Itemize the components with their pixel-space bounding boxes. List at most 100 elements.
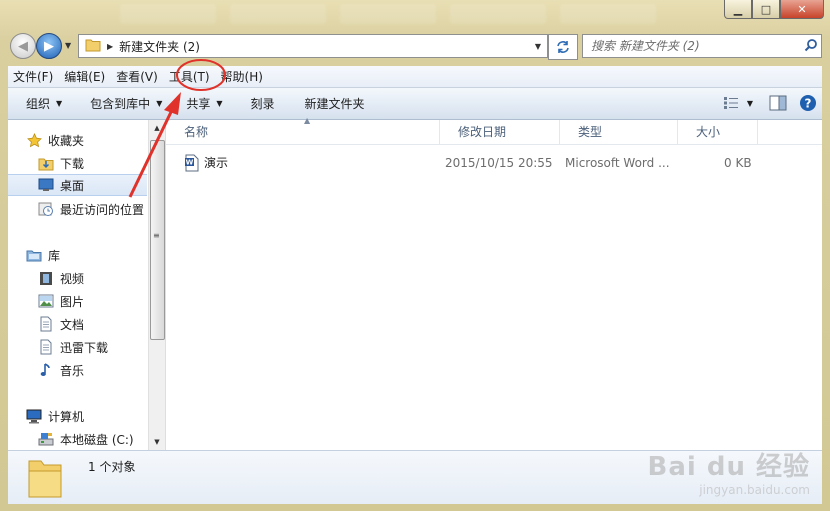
address-row: ◀ ▶ ▼ ▶ 新建文件夹 (2) ▼ [8, 32, 822, 60]
content-area: 收藏夹 下载 桌面 最近访问的位置 库 视频 图片 文档 迅雷下载 音乐 计算机… [8, 116, 822, 450]
scroll-grip: ≡ [153, 231, 160, 240]
help-button[interactable]: ? [798, 93, 818, 113]
nav-desktop-label: 桌面 [60, 178, 85, 193]
menu-view[interactable]: 查看(V) [111, 68, 163, 85]
refresh-icon [557, 41, 569, 53]
view-dropdown-icon[interactable]: ▼ [747, 99, 753, 108]
watermark: Bai du 经验 jingyan.baidu.com [648, 446, 811, 497]
include-in-library-label: 包含到库中 [90, 97, 151, 111]
scroll-thumb[interactable] [150, 140, 165, 340]
address-dropdown-icon[interactable]: ▼ [529, 42, 547, 51]
svg-text:?: ? [805, 97, 812, 111]
nav-videos[interactable]: 视频 [38, 267, 147, 289]
menu-edit[interactable]: 编辑(E) [59, 68, 110, 85]
search-icon[interactable] [801, 38, 821, 55]
new-folder-button[interactable]: 新建文件夹 [295, 95, 375, 112]
change-view-button[interactable]: ▼ [718, 93, 758, 113]
nav-libraries-label: 库 [48, 248, 61, 263]
column-name[interactable]: 名称 [166, 120, 440, 144]
column-size[interactable]: 大小 [678, 120, 758, 144]
watermark-url: jingyan.baidu.com [699, 483, 810, 497]
explorer-window: ▁ □ ✕ ◀ ▶ ▼ ▶ 新建文件夹 (2) ▼ 文件(F) 编辑(E) 查看 [0, 0, 830, 511]
dropdown-arrow-icon: ▼ [156, 99, 163, 108]
maximize-button[interactable]: □ [752, 0, 780, 19]
nav-documents-label: 文档 [60, 317, 85, 332]
history-dropdown-icon[interactable]: ▼ [65, 41, 71, 50]
navigation-pane: 收藏夹 下载 桌面 最近访问的位置 库 视频 图片 文档 迅雷下载 音乐 计算机… [8, 120, 147, 450]
nav-local-disk-label: 本地磁盘 (C:) [60, 432, 134, 447]
watermark-logo: Bai du 经验 [647, 452, 810, 482]
nav-music[interactable]: 音乐 [38, 359, 147, 381]
menu-bar: 文件(F) 编辑(E) 查看(V) 工具(T) 帮助(H) [8, 66, 822, 88]
folder-icon [85, 38, 101, 55]
menu-file[interactable]: 文件(F) [8, 68, 58, 85]
file-size: 0 KB [724, 156, 752, 170]
nav-scrollbar[interactable]: ▲ ≡ ▼ [148, 120, 165, 450]
dropdown-arrow-icon: ▼ [56, 99, 63, 108]
background-tabs [120, 4, 710, 26]
search-box[interactable] [582, 34, 822, 58]
nav-downloads[interactable]: 下载 [38, 152, 147, 174]
nav-pictures[interactable]: 图片 [38, 290, 147, 312]
address-bar[interactable]: ▶ 新建文件夹 (2) ▼ [78, 34, 548, 58]
nav-computer[interactable]: 计算机 [26, 405, 147, 427]
sort-ascending-icon: ▲ [304, 116, 311, 125]
file-modified: 2015/10/15 20:55 [445, 156, 553, 170]
svg-text:W: W [186, 159, 194, 167]
refresh-button[interactable] [548, 34, 578, 60]
file-name: 演示 [204, 156, 229, 170]
nav-libraries[interactable]: 库 [26, 244, 147, 266]
nav-documents[interactable]: 文档 [38, 313, 147, 335]
back-button[interactable]: ◀ [10, 33, 36, 59]
word-document-icon: W [184, 154, 202, 172]
menu-tools[interactable]: 工具(T) [164, 68, 215, 85]
nav-desktop[interactable]: 桌面 [8, 174, 147, 196]
command-bar: 组织 ▼ 包含到库中 ▼ 共享 ▼ 刻录 新建文件夹 ▼ ? [8, 88, 822, 120]
download-folder-icon [38, 155, 54, 171]
details-view-icon [723, 97, 738, 109]
column-type[interactable]: 类型 [560, 120, 678, 144]
caption-buttons: ▁ □ ✕ [724, 0, 824, 19]
menu-help[interactable]: 帮助(H) [216, 68, 268, 85]
search-input[interactable] [583, 38, 801, 54]
nav-recent[interactable]: 最近访问的位置 [38, 198, 147, 220]
nav-videos-label: 视频 [60, 271, 85, 286]
item-count: 1 个对象 [88, 460, 136, 474]
share-button[interactable]: 共享 ▼ [176, 95, 232, 112]
nav-xunlei[interactable]: 迅雷下载 [38, 336, 147, 358]
table-row[interactable]: W 演示 2015/10/15 20:55 Microsoft Word ...… [166, 152, 822, 174]
address-path[interactable]: 新建文件夹 (2) [119, 38, 529, 55]
file-list-pane: 名称 修改日期 类型 大小 ▲ W 演示 2015/10/15 20:55 Mi… [166, 116, 822, 450]
forward-button[interactable]: ▶ [36, 33, 62, 59]
nav-pictures-label: 图片 [60, 294, 85, 309]
column-header-row: 名称 修改日期 类型 大小 ▲ [166, 116, 822, 145]
organize-label: 组织 [26, 97, 51, 111]
column-modified[interactable]: 修改日期 [440, 120, 560, 144]
nav-music-label: 音乐 [60, 363, 85, 378]
scroll-down-icon[interactable]: ▼ [149, 434, 165, 450]
desktop-icon [38, 177, 54, 193]
hard-disk-icon [38, 431, 54, 447]
nav-computer-label: 计算机 [48, 409, 85, 424]
recent-places-icon [38, 201, 54, 217]
burn-button[interactable]: 刻录 [241, 95, 285, 112]
file-type: Microsoft Word ... [565, 156, 670, 170]
share-label: 共享 [186, 97, 211, 111]
view-controls: ▼ ? [718, 93, 818, 113]
nav-recent-label: 最近访问的位置 [60, 202, 145, 217]
star-icon [26, 132, 42, 148]
preview-pane-button[interactable] [768, 93, 788, 113]
breadcrumb-separator-icon[interactable]: ▶ [107, 42, 113, 51]
preview-pane-icon [769, 95, 787, 111]
organize-button[interactable]: 组织 ▼ [16, 95, 72, 112]
nav-downloads-label: 下载 [60, 156, 85, 171]
minimize-button[interactable]: ▁ [724, 0, 752, 19]
nav-favorites-label: 收藏夹 [48, 133, 85, 148]
close-button[interactable]: ✕ [780, 0, 824, 19]
scroll-up-icon[interactable]: ▲ [149, 120, 165, 136]
xunlei-icon [38, 339, 54, 355]
nav-favorites[interactable]: 收藏夹 [26, 129, 147, 151]
nav-local-disk[interactable]: 本地磁盘 (C:) [38, 428, 147, 450]
include-in-library-button[interactable]: 包含到库中 ▼ [80, 95, 172, 112]
picture-icon [38, 293, 54, 309]
